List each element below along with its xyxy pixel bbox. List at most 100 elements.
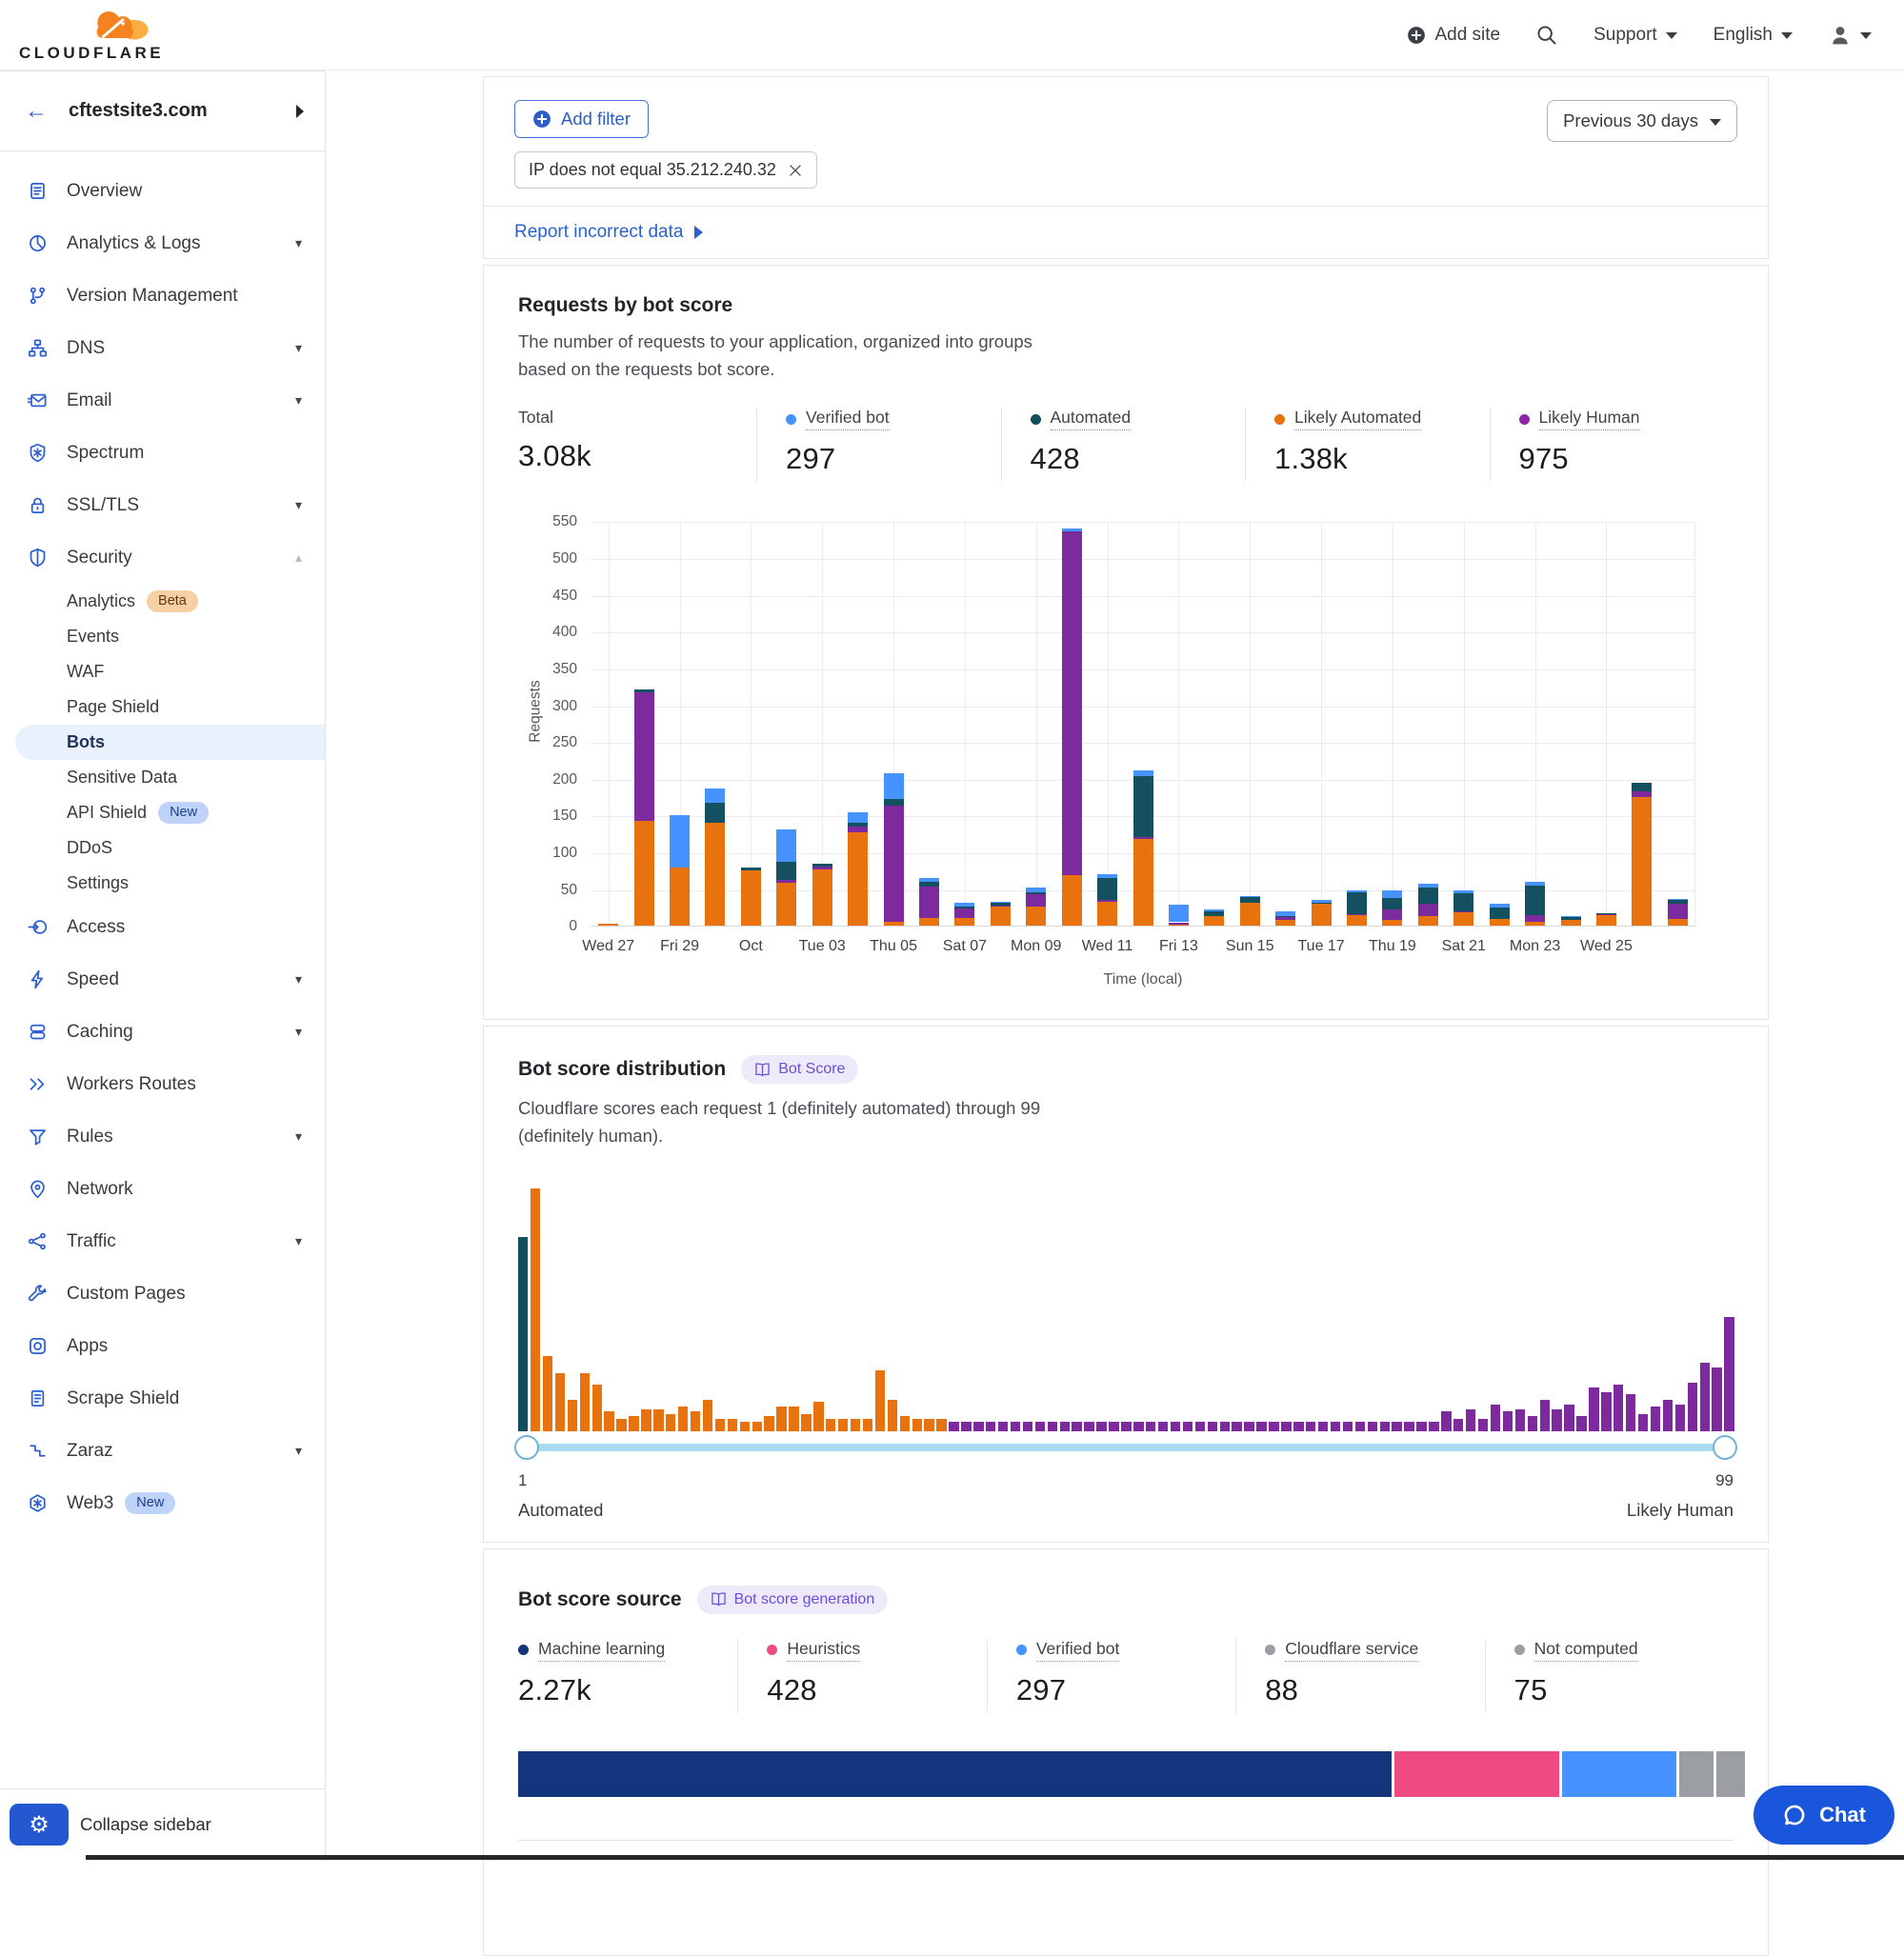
- sidebar-item-network[interactable]: Network: [0, 1163, 325, 1215]
- bar-segment-likely-human[interactable]: [1312, 903, 1332, 904]
- histogram-bar[interactable]: [1663, 1400, 1673, 1431]
- histogram-bar[interactable]: [961, 1422, 971, 1431]
- bar-segment-automated[interactable]: [1418, 888, 1438, 904]
- source-segment-cloudflare-service[interactable]: [1679, 1751, 1714, 1797]
- bar-segment-likely-automated[interactable]: [1668, 919, 1688, 927]
- bar-segment-automated[interactable]: [1275, 916, 1295, 917]
- bar-segment-verified-bot[interactable]: [670, 815, 690, 868]
- histogram-bar[interactable]: [986, 1422, 995, 1431]
- histogram-bar[interactable]: [740, 1422, 750, 1431]
- histogram-bar[interactable]: [1552, 1409, 1561, 1431]
- histogram-bar[interactable]: [813, 1402, 823, 1431]
- date-range-dropdown[interactable]: Previous 30 days: [1547, 100, 1737, 142]
- slider-handle-min[interactable]: [514, 1435, 539, 1460]
- histogram-bar[interactable]: [1146, 1422, 1155, 1431]
- bar-segment-likely-automated[interactable]: [1240, 903, 1260, 926]
- bar-segment-verified-bot[interactable]: [1490, 904, 1510, 908]
- histogram-bar[interactable]: [1220, 1422, 1230, 1431]
- bar-segment-automated[interactable]: [705, 803, 725, 824]
- bar-segment-automated[interactable]: [1133, 776, 1153, 836]
- bar-segment-automated[interactable]: [634, 689, 654, 693]
- histogram-bar[interactable]: [1576, 1416, 1586, 1430]
- histogram-bar[interactable]: [1355, 1422, 1365, 1431]
- report-incorrect-data-link[interactable]: Report incorrect data: [514, 222, 683, 243]
- bar-segment-likely-automated[interactable]: [919, 918, 939, 927]
- source-segment-machine-learning[interactable]: [518, 1751, 1392, 1797]
- histogram-bar[interactable]: [1256, 1422, 1266, 1431]
- expand-site-icon[interactable]: [296, 105, 304, 118]
- histogram-bar[interactable]: [641, 1409, 651, 1431]
- sidebar-item-ddos[interactable]: DDoS: [0, 830, 325, 866]
- histogram-bar[interactable]: [973, 1422, 983, 1431]
- bar-segment-likely-human[interactable]: [954, 908, 974, 918]
- histogram-bar[interactable]: [1700, 1363, 1710, 1430]
- bar-segment-automated[interactable]: [884, 799, 904, 806]
- histogram-bar[interactable]: [1109, 1422, 1118, 1431]
- histogram-bar[interactable]: [666, 1414, 675, 1431]
- bar-segment-verified-bot[interactable]: [1240, 896, 1260, 897]
- bar-segment-automated[interactable]: [1312, 903, 1332, 904]
- histogram-bar[interactable]: [691, 1411, 700, 1430]
- histogram-bar[interactable]: [555, 1373, 565, 1431]
- histogram-bar[interactable]: [616, 1419, 626, 1431]
- histogram-bar[interactable]: [1380, 1422, 1390, 1431]
- add-site-button[interactable]: Add site: [1407, 25, 1500, 46]
- histogram-bar[interactable]: [1564, 1405, 1573, 1431]
- bar-segment-likely-automated[interactable]: [954, 918, 974, 927]
- chat-button[interactable]: Chat: [1754, 1786, 1894, 1845]
- bar-segment-likely-human[interactable]: [776, 880, 796, 883]
- add-filter-button[interactable]: Add filter: [514, 100, 649, 138]
- bar-segment-verified-bot[interactable]: [1525, 882, 1545, 886]
- sidebar-item-dns[interactable]: DNS▾: [0, 322, 325, 374]
- bar-segment-verified-bot[interactable]: [776, 829, 796, 862]
- histogram-bar[interactable]: [1724, 1317, 1734, 1431]
- histogram-bar[interactable]: [1589, 1387, 1598, 1431]
- bar-segment-verified-bot[interactable]: [1453, 890, 1473, 892]
- stat-label-text[interactable]: Not computed: [1534, 1639, 1638, 1662]
- bar-segment-verified-bot[interactable]: [884, 773, 904, 800]
- filter-chip[interactable]: IP does not equal 35.212.240.32: [514, 151, 817, 189]
- bar-segment-automated[interactable]: [1561, 916, 1581, 920]
- language-menu[interactable]: English: [1714, 25, 1793, 46]
- histogram-bar[interactable]: [1688, 1383, 1697, 1431]
- source-segment-not-computed[interactable]: [1716, 1751, 1745, 1797]
- histogram-bar[interactable]: [1171, 1422, 1180, 1431]
- histogram-bar[interactable]: [801, 1414, 811, 1431]
- histogram-bar[interactable]: [1306, 1422, 1315, 1431]
- histogram-bar[interactable]: [1441, 1411, 1451, 1430]
- bar-segment-verified-bot[interactable]: [1204, 909, 1224, 911]
- bar-segment-likely-automated[interactable]: [598, 924, 618, 926]
- bar-segment-likely-automated[interactable]: [1275, 920, 1295, 926]
- bar-segment-likely-human[interactable]: [1133, 837, 1153, 839]
- bar-segment-automated[interactable]: [848, 823, 868, 827]
- bar-segment-likely-human[interactable]: [848, 827, 868, 832]
- histogram-bar[interactable]: [1503, 1411, 1513, 1430]
- bar-segment-verified-bot[interactable]: [1169, 905, 1189, 923]
- bar-segment-likely-human[interactable]: [634, 692, 654, 820]
- bar-segment-verified-bot[interactable]: [1097, 874, 1117, 879]
- histogram-bar[interactable]: [826, 1419, 835, 1431]
- histogram-bar[interactable]: [1293, 1422, 1303, 1431]
- bar-segment-automated[interactable]: [954, 907, 974, 908]
- bar-segment-likely-human[interactable]: [1453, 911, 1473, 913]
- stat-label-text[interactable]: Machine learning: [538, 1639, 665, 1662]
- histogram-bar[interactable]: [888, 1400, 897, 1431]
- histogram-bar[interactable]: [838, 1419, 848, 1431]
- bar-segment-automated[interactable]: [1632, 783, 1652, 791]
- bar-segment-verified-bot[interactable]: [1026, 888, 1046, 892]
- histogram-bar[interactable]: [728, 1419, 737, 1431]
- histogram-bar[interactable]: [776, 1407, 786, 1431]
- bar-segment-likely-human[interactable]: [1418, 904, 1438, 916]
- histogram-bar[interactable]: [1712, 1367, 1721, 1430]
- histogram-bar[interactable]: [1626, 1394, 1635, 1430]
- bar-segment-likely-automated[interactable]: [1026, 907, 1046, 926]
- histogram-bar[interactable]: [851, 1419, 860, 1431]
- settings-gear-button[interactable]: ⚙: [10, 1804, 69, 1846]
- stat-label-text[interactable]: Verified bot: [806, 408, 890, 430]
- sidebar-item-analytics[interactable]: AnalyticsBeta: [0, 584, 325, 619]
- sidebar-item-zaraz[interactable]: Zaraz▾: [0, 1425, 325, 1477]
- bar-segment-likely-human[interactable]: [1382, 909, 1402, 920]
- histogram-bar[interactable]: [998, 1422, 1008, 1431]
- bar-segment-verified-bot[interactable]: [1347, 890, 1367, 892]
- bar-segment-likely-automated[interactable]: [848, 832, 868, 926]
